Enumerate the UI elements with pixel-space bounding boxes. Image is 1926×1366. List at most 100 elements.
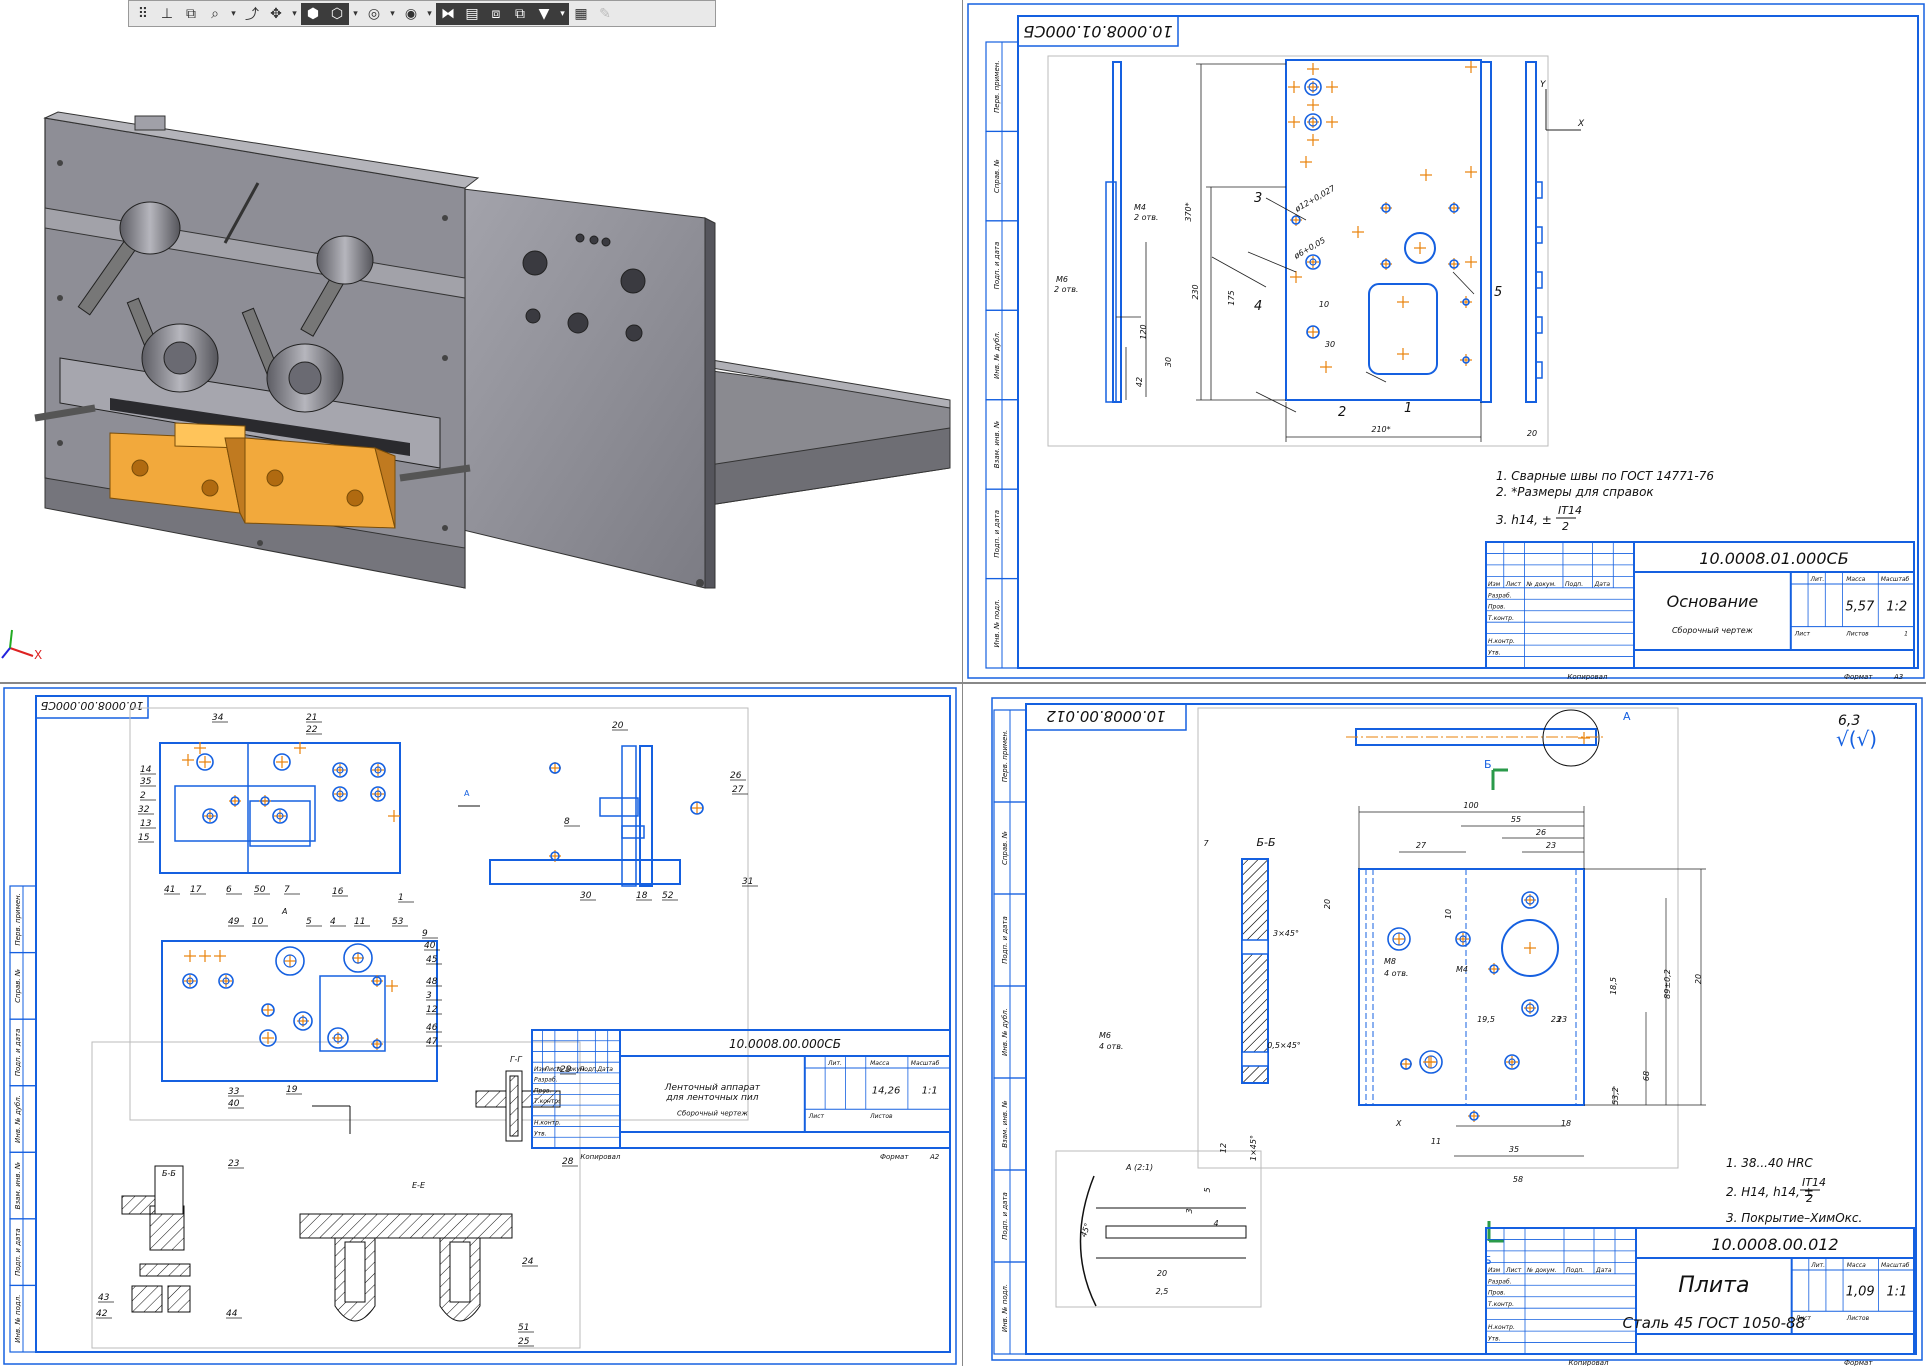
callout-number: 14: [140, 765, 152, 775]
drawing-sheet-base[interactable]: 10.0008.01.000СБ Перв. примен. Справ. № По…: [966, 2, 1926, 680]
side-label: Взам. инв. №: [993, 421, 1001, 469]
stamp-header: Подп.: [1565, 581, 1583, 588]
callout-number: 53: [392, 917, 404, 927]
stamp-header: № докум.: [1526, 1267, 1557, 1274]
section-view-icon[interactable]: ⧓: [436, 2, 460, 25]
callout-number: 20: [612, 721, 624, 731]
stamp-row-label: Разраб.: [1488, 592, 1512, 599]
callout-number: 40: [228, 1099, 240, 1109]
stamp-title: Основание: [1667, 592, 1759, 611]
dim-text: 0,5×45°: [1267, 1041, 1301, 1050]
display-style-icon[interactable]: ◉: [399, 3, 423, 25]
drawing-label: 2 отв.: [1054, 285, 1078, 294]
side-label: Подп. и дата: [1001, 1192, 1009, 1240]
stamp-scale: 1:1: [1886, 1285, 1907, 1300]
model-3d-scene: X: [1, 111, 951, 662]
axis-icon[interactable]: ⊥: [155, 3, 179, 25]
callout-number: 11: [354, 917, 365, 927]
stamp-mass-h: Масса: [870, 1060, 889, 1067]
model-3d-viewport[interactable]: X: [0, 28, 960, 678]
hide-show-icon[interactable]: ◎: [362, 3, 386, 25]
sheet-base-holes: [1288, 61, 1477, 373]
dropdown-arrow-icon[interactable]: ▾: [556, 2, 569, 25]
shaded-view-icon[interactable]: ⬢: [301, 2, 325, 25]
section-e-e: [299, 1213, 513, 1322]
stamp-material: Сталь 45 ГОСТ 1050-88: [1622, 1314, 1805, 1332]
sheet-plate-code-rotated: 10.0008.00.012: [1046, 707, 1165, 725]
callout-number: 33: [228, 1087, 240, 1097]
stamp-header: Подп.: [1566, 1267, 1584, 1274]
dim-text: 1×45°: [1249, 1135, 1258, 1161]
stamp-subtitle: Сборочный чертеж: [677, 1109, 748, 1117]
sheet-base-code-rotated: 10.0008.01.000СБ: [1023, 22, 1172, 41]
drawing-label: 2: [1338, 405, 1346, 420]
drawing-label: ø12+0,027: [1293, 183, 1338, 214]
dropdown-arrow-icon[interactable]: ▾: [227, 3, 240, 25]
drawing-sheet-plate[interactable]: 10.0008.00.012 Перв. примен. Справ. № Подп…: [966, 686, 1926, 1366]
callout-number: 32: [138, 805, 150, 815]
callout-number: 17: [190, 885, 202, 895]
properties-icon[interactable]: ▦: [569, 3, 593, 25]
side-label: Справ. №: [993, 159, 1001, 193]
stamp-sheets-h: Листов: [1845, 631, 1869, 638]
callout-number: 52: [662, 891, 674, 901]
layers-icon[interactable]: ▤: [460, 2, 484, 25]
section-label: Е-Е: [412, 1181, 426, 1190]
stamp-row-label: Т.контр.: [1488, 615, 1514, 622]
stamp-copied: Копировал: [1569, 1359, 1610, 1366]
drawing-sheet-assembly[interactable]: 10.0008.00.000СБ Перв. примен. Справ. № По…: [0, 686, 960, 1366]
stamp-copied: Копировал: [1567, 673, 1608, 680]
drawing-label: М4: [1456, 965, 1468, 974]
dropdown-arrow-icon[interactable]: ▾: [288, 3, 301, 25]
dim-text: 53,2: [1611, 1087, 1620, 1105]
drawing-label: 2 отв.: [1134, 213, 1158, 222]
dim-text: 370*: [1184, 202, 1193, 221]
pan-icon[interactable]: ✥: [264, 3, 288, 25]
dim-text: 4: [1213, 1219, 1218, 1228]
detail-label: А: [1623, 710, 1631, 723]
drawing-label: Y: [1540, 80, 1547, 90]
pencil-icon[interactable]: ✎: [593, 3, 617, 25]
stamp-row-label: Н.контр.: [1488, 638, 1515, 645]
stamp-scale: 1:2: [1886, 599, 1907, 614]
side-label: Инв. № дубл.: [14, 1095, 22, 1143]
zoom-icon[interactable]: ⌕: [203, 3, 227, 25]
side-label: Перв. примен.: [1001, 730, 1009, 783]
grid-icon[interactable]: ⠿: [131, 3, 155, 25]
pane-divider-horizontal[interactable]: [0, 682, 1926, 684]
sheet-base-title-block: Изм Лист № докум. Подп. ДатаРазраб.Пров.Т.ко…: [1485, 541, 1915, 680]
dim-text: 55: [1511, 815, 1521, 824]
callout-number: 47: [426, 1037, 438, 1047]
dim-text: 11: [1431, 1137, 1441, 1146]
view-orient-icon[interactable]: ⧉: [179, 3, 203, 25]
side-label: Справ. №: [14, 969, 22, 1003]
callout-number: 22: [306, 725, 318, 735]
drawing-label: X: [1577, 119, 1585, 129]
note-line: 3. Покрытие–ХимОкс.: [1726, 1211, 1862, 1225]
dropdown-arrow-icon[interactable]: ▾: [386, 3, 399, 25]
roughness-symbol: √(√): [1836, 727, 1877, 751]
section-label: А: [464, 789, 470, 798]
dim-text: 30: [1325, 340, 1335, 349]
dim-text: 10: [1319, 300, 1329, 309]
dim-text: 20: [1694, 974, 1703, 984]
callout-number: 26: [730, 771, 742, 781]
side-label: Справ. №: [1001, 831, 1009, 865]
note-line: 2. Н14, h14, ±: [1726, 1185, 1814, 1199]
callout-number: 31: [742, 877, 753, 887]
rotate-icon[interactable]: ⤴: [240, 3, 264, 25]
sheet-plate-canvas: 10.0008.00.012 Перв. примен. Справ. № Подп…: [991, 697, 1923, 1366]
stamp-code: 10.0008.01.000СБ: [1699, 549, 1848, 568]
drawing-label: 4 отв.: [1384, 969, 1408, 978]
filter-view-icon[interactable]: ⧉: [508, 2, 532, 25]
dropdown-arrow-icon[interactable]: ▾: [423, 3, 436, 25]
wireframe-view-icon[interactable]: ⬡: [325, 2, 349, 25]
note-frac-num: IT14: [1802, 1176, 1826, 1189]
drawing-label: 3: [1254, 191, 1262, 206]
dropdown-arrow-icon[interactable]: ▾: [349, 3, 362, 25]
view-settings-icon[interactable]: ⧈: [484, 2, 508, 25]
sheet-assembly-holes: [182, 742, 704, 1050]
stamp-header: Изм: [1488, 581, 1501, 588]
sheet-assembly-canvas: 10.0008.00.000СБ Перв. примен. Справ. № По…: [3, 687, 957, 1365]
filter-icon[interactable]: ▼: [532, 2, 556, 25]
